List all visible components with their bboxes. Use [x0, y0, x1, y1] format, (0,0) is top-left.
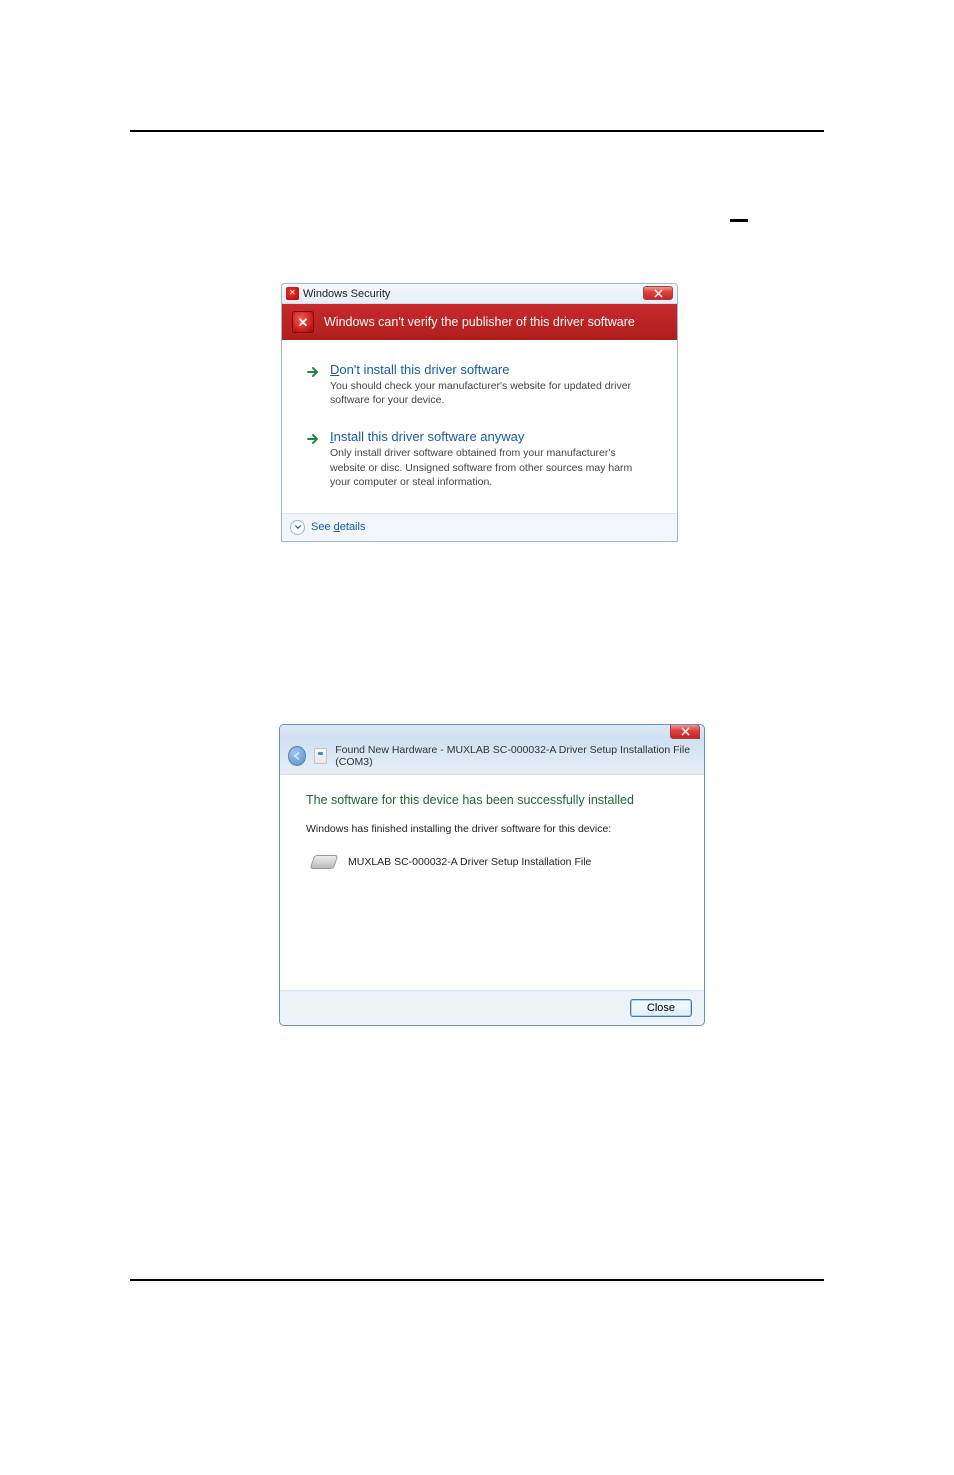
found-new-hardware-dialog: Found New Hardware - MUXLAB SC-000032-A …: [279, 724, 705, 1026]
chevron-down-icon: [294, 523, 302, 531]
dialog1-title: Windows Security: [303, 288, 390, 300]
close-button[interactable]: Close: [630, 999, 692, 1017]
dialog2-breadcrumb: Found New Hardware - MUXLAB SC-000032-A …: [335, 744, 694, 768]
option-install-anyway[interactable]: Install this driver software anyway Only…: [300, 421, 659, 499]
dialog2-body: The software for this device has been su…: [280, 775, 704, 990]
dialog1-footer: See details: [282, 513, 677, 541]
arrow-right-icon: [306, 365, 320, 379]
dialog1-banner-text: Windows can't verify the publisher of th…: [324, 315, 635, 329]
arrow-left-icon: [292, 751, 302, 761]
close-icon: [654, 289, 663, 298]
option1-title: Don't install this driver software: [330, 362, 653, 377]
option2-desc: Only install driver software obtained fr…: [330, 446, 653, 489]
dash-mark: [730, 219, 748, 222]
windows-security-dialog: Windows Security ✕ Windows can't verify …: [281, 283, 678, 542]
arrow-right-icon: [306, 432, 320, 446]
option2-title: Install this driver software anyway: [330, 429, 653, 444]
security-shield-icon: [286, 287, 299, 300]
dialog1-body: Don't install this driver software You s…: [282, 340, 677, 513]
dialog1-warning-banner: ✕ Windows can't verify the publisher of …: [282, 304, 677, 340]
expand-toggle[interactable]: [290, 520, 305, 535]
dialog2-frame-top[interactable]: [280, 725, 704, 739]
page-top-rule: [130, 130, 824, 132]
close-button[interactable]: [670, 724, 700, 739]
dialog2-footer: Close: [280, 990, 704, 1025]
device-name: MUXLAB SC-000032-A Driver Setup Installa…: [348, 856, 591, 868]
wizard-page-icon: [314, 748, 327, 764]
close-icon: [681, 727, 690, 736]
option-dont-install[interactable]: Don't install this driver software You s…: [300, 354, 659, 417]
device-row: MUXLAB SC-000032-A Driver Setup Installa…: [312, 855, 678, 869]
dialog2-header: Found New Hardware - MUXLAB SC-000032-A …: [280, 739, 704, 775]
see-details-link[interactable]: See details: [311, 521, 365, 533]
back-button[interactable]: [288, 746, 306, 766]
error-shield-icon: ✕: [292, 311, 314, 333]
dialog2-heading: The software for this device has been su…: [306, 793, 678, 807]
device-icon: [310, 855, 339, 869]
page-bottom-rule: [130, 1279, 824, 1281]
dialog2-line: Windows has finished installing the driv…: [306, 823, 678, 835]
close-button[interactable]: [643, 286, 673, 300]
option1-desc: You should check your manufacturer's web…: [330, 379, 653, 407]
dialog1-titlebar[interactable]: Windows Security: [282, 284, 677, 304]
